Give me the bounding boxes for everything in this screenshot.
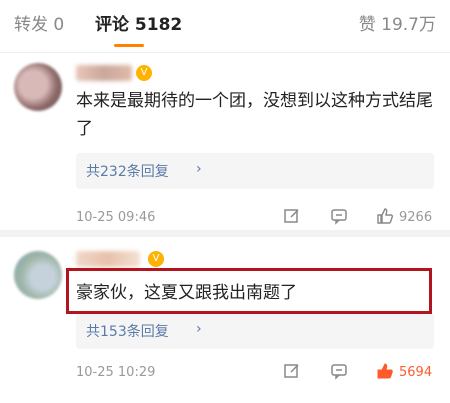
reply-icon[interactable] — [330, 207, 348, 225]
chevron-right-icon: › — [196, 161, 202, 177]
divider — [0, 230, 450, 237]
avatar[interactable] — [14, 63, 62, 111]
tab-like[interactable]: 赞 19.7万 — [359, 14, 436, 36]
comment-text: 本来是最期待的一个团，没想到以这种方式结尾了 — [76, 91, 433, 139]
tab-bar: 转发 0 评论 5182 赞 19.7万 — [0, 0, 450, 53]
comment-time: 10-25 09:46 — [76, 210, 156, 225]
active-tab-indicator — [114, 44, 144, 47]
username-blurred[interactable] — [76, 251, 140, 267]
comment-time: 10-25 10:29 — [76, 365, 156, 380]
chevron-right-icon: › — [196, 321, 202, 337]
share-icon[interactable] — [283, 207, 301, 225]
like-icon-active[interactable] — [376, 362, 394, 380]
comments-panel: 转发 0 评论 5182 赞 19.7万 V 本来是最期待的一个团，没想到以这种… — [0, 0, 450, 403]
replies-count-label: 共153条回复 — [86, 324, 169, 340]
comment-item: V 本来是最期待的一个团，没想到以这种方式结尾了 共232条回复 › 10-25… — [0, 53, 450, 230]
tab-comment[interactable]: 评论 5182 — [95, 14, 182, 36]
username-blurred[interactable] — [76, 65, 132, 81]
like-count: 5694 — [399, 365, 433, 380]
replies-link[interactable]: 共153条回复 › — [76, 313, 434, 349]
replies-count-label: 共232条回复 — [86, 164, 169, 180]
share-icon[interactable] — [283, 362, 301, 380]
like-count: 9266 — [399, 210, 433, 225]
like-icon[interactable] — [376, 207, 394, 225]
member-badge-icon: V — [148, 251, 164, 267]
highlight-box — [66, 268, 432, 314]
comment-item: V 豪家伙，这夏又跟我出南题了 共153条回复 › 10-25 10:29 56… — [0, 237, 450, 403]
tab-repost[interactable]: 转发 0 — [14, 14, 64, 36]
member-badge-icon: V — [136, 65, 152, 81]
reply-icon[interactable] — [330, 362, 348, 380]
avatar[interactable] — [14, 251, 62, 299]
replies-link[interactable]: 共232条回复 › — [76, 153, 434, 189]
